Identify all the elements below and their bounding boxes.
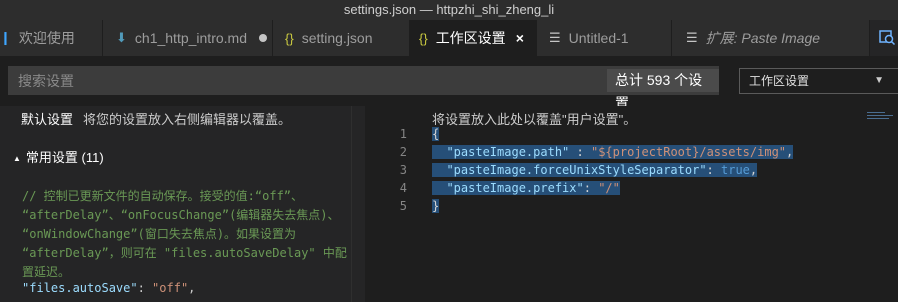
open-brace: { <box>432 127 440 141</box>
tab-label: 扩展: Paste Image <box>705 30 821 46</box>
setting-description-comment: // 控制已更新文件的自动保存。接受的值:“off”、 “afterDelay”… <box>22 187 351 282</box>
tab-welcome[interactable]: ❙ 欢迎使用 <box>0 20 103 56</box>
settings-scope-select[interactable]: 工作区设置 ▼ <box>739 68 898 94</box>
workspace-settings-editor[interactable]: 将设置放入此处以覆盖"用户设置"。 1 2 3 4 5 { "pasteImag… <box>365 106 898 302</box>
default-settings-pane: 默认设置 将您的设置放入右侧编辑器以覆盖。 ▲ 常用设置 (11) // 控制已更新… <box>0 106 351 302</box>
code-line[interactable]: { <box>432 125 793 143</box>
pane-splitter[interactable] <box>351 106 365 302</box>
tab-label: ch1_http_intro.md <box>134 30 247 46</box>
json-value: true <box>721 163 750 177</box>
comment-line: “afterDelay”，则可在 "files.autoSaveDelay" 中… <box>22 246 347 260</box>
settings-search-row: 总计 593 个设置 工作区设置 ▼ <box>0 56 898 111</box>
unsaved-dot-icon[interactable] <box>258 34 267 42</box>
collapse-triangle-icon[interactable]: ▲ <box>13 154 21 163</box>
editor-tab-bar: ❙ 欢迎使用 ⬇ ch1_http_intro.md {} setting.js… <box>0 20 898 56</box>
line-number: 5 <box>399 199 407 213</box>
tab-label: setting.json <box>301 30 373 46</box>
close-brace: } <box>432 199 440 213</box>
json-value: "/" <box>598 181 620 195</box>
tab-label: 工作区设置 <box>435 30 506 46</box>
open-settings-split-icon[interactable] <box>878 28 896 46</box>
tab-label: 欢迎使用 <box>18 30 75 46</box>
tab-label: Untitled-1 <box>568 30 629 46</box>
code-line[interactable]: } <box>432 197 793 215</box>
line-number: 4 <box>399 181 407 195</box>
line-number: 1 <box>399 127 407 141</box>
setting-files-autosave[interactable]: "files.autoSave": "off", <box>22 281 195 295</box>
setting-value: "off" <box>152 281 189 295</box>
comment-line: “afterDelay”、“onFocusChange”(编辑器失去焦点)、 <box>22 208 340 222</box>
scope-selected-label: 工作区设置 <box>749 74 810 88</box>
chevron-down-icon: ▼ <box>874 75 884 86</box>
tab-untitled-1[interactable]: ☰ Untitled-1 <box>537 20 672 56</box>
code-line[interactable]: "pasteImage.path" : "${projectRoot}/asse… <box>432 143 794 161</box>
window-title: settings.json — httpzhi_shi_zheng_li <box>0 0 898 20</box>
vscode-logo-icon: ❙ <box>0 30 11 45</box>
minimap[interactable] <box>867 112 897 124</box>
settings-search-box[interactable]: 总计 593 个设置 <box>8 66 719 111</box>
json-braces-icon: {} <box>285 30 294 46</box>
markdown-icon: ⬇ <box>116 30 127 45</box>
default-settings-title: 默认设置 <box>21 112 74 127</box>
tab-workspace-settings[interactable]: {} 工作区设置 × <box>410 20 537 56</box>
default-settings-hint: 将您的设置放入右侧编辑器以覆盖。 <box>83 112 292 127</box>
settings-group-common[interactable]: ▲ 常用设置 (11) <box>13 147 104 166</box>
json-key: "pasteImage.forceUnixStyleSeparator" <box>446 163 707 177</box>
line-number: 2 <box>399 145 407 159</box>
json-value: "${projectRoot}/assets/img" <box>590 145 787 159</box>
comment-line: // 控制已更新文件的自动保存。接受的值:“off”、 <box>22 189 304 203</box>
comment-line: 置延迟。 <box>22 265 71 279</box>
line-number-gutter: 1 2 3 4 5 <box>365 125 407 215</box>
code-line[interactable]: "pasteImage.forceUnixStyleSeparator": tr… <box>432 161 793 179</box>
close-icon[interactable]: × <box>516 30 524 46</box>
group-label: 常用设置 (11) <box>25 150 104 165</box>
extension-doc-icon: ☰ <box>686 30 698 45</box>
lines-icon: ☰ <box>549 30 561 45</box>
search-input[interactable] <box>8 66 588 95</box>
settings-count-badge: 总计 593 个设置 <box>607 69 719 111</box>
comment-line: “onWindowChange”(窗口失去焦点)。如果设置为 <box>22 227 297 241</box>
tab-setting-json[interactable]: {} setting.json <box>273 20 410 56</box>
json-key: "pasteImage.prefix" <box>446 181 584 195</box>
line-number: 3 <box>399 163 407 177</box>
setting-key: "files.autoSave" <box>22 281 138 295</box>
code-line[interactable]: "pasteImage.prefix": "/" <box>432 179 793 197</box>
code-area[interactable]: { "pasteImage.path" : "${projectRoot}/as… <box>432 125 794 215</box>
json-braces-icon: {} <box>419 30 428 46</box>
tab-extension-paste-image[interactable]: ☰ 扩展: Paste Image <box>672 20 870 56</box>
json-key: "pasteImage.path" <box>446 145 570 159</box>
default-settings-header: 默认设置 将您的设置放入右侧编辑器以覆盖。 <box>21 109 291 128</box>
tab-ch1-http-intro[interactable]: ⬇ ch1_http_intro.md <box>103 20 273 56</box>
